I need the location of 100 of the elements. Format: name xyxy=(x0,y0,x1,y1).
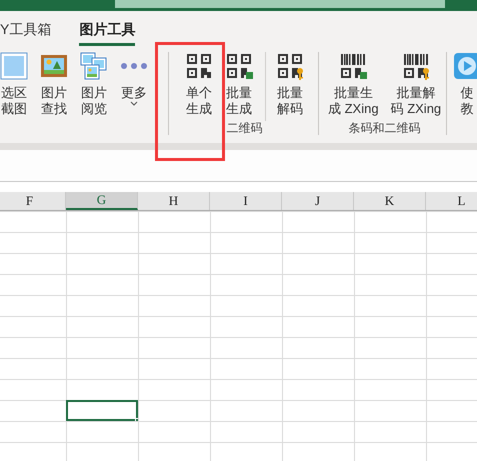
grid-cell[interactable] xyxy=(282,358,354,379)
grid-cell[interactable] xyxy=(210,400,282,421)
grid-cell[interactable] xyxy=(282,379,354,400)
grid-cell[interactable] xyxy=(210,274,282,295)
qr-code-icon xyxy=(185,52,213,80)
grid-cell[interactable] xyxy=(210,442,282,461)
grid-cell[interactable] xyxy=(138,232,210,253)
barcode-icon xyxy=(339,52,368,80)
grid-cell[interactable] xyxy=(282,295,354,316)
grid-cell[interactable] xyxy=(426,421,477,442)
grid-cell[interactable] xyxy=(354,337,426,358)
grid-cell[interactable] xyxy=(354,358,426,379)
grid-cell[interactable] xyxy=(426,295,477,316)
grid-cell[interactable] xyxy=(282,253,354,274)
ribbon-button[interactable]: 批量 生成 xyxy=(225,52,253,121)
grid-cell[interactable] xyxy=(138,337,210,358)
grid-cell[interactable] xyxy=(426,316,477,337)
group-label: 条码和二维码 xyxy=(348,121,421,135)
grid-cell[interactable] xyxy=(354,232,426,253)
grid-cell[interactable] xyxy=(66,211,138,232)
grid-cell[interactable] xyxy=(354,316,426,337)
grid-cell[interactable] xyxy=(66,295,138,316)
grid-cell[interactable] xyxy=(66,421,138,442)
column-header[interactable]: K xyxy=(354,192,426,210)
grid-cell[interactable] xyxy=(138,295,210,316)
grid-cell[interactable] xyxy=(426,274,477,295)
column-header[interactable]: L xyxy=(426,192,477,210)
grid-cell[interactable] xyxy=(66,379,138,400)
play-icon xyxy=(453,52,477,80)
grid-cell[interactable] xyxy=(282,337,354,358)
ribbon-button[interactable]: 选区 截图 xyxy=(0,52,28,135)
grid-cell[interactable] xyxy=(66,316,138,337)
grid-cell[interactable] xyxy=(138,211,210,232)
grid-cell[interactable] xyxy=(426,253,477,274)
ribbon-button[interactable]: 使 教 xyxy=(453,52,477,135)
grid-cell[interactable] xyxy=(282,211,354,232)
grid-cell[interactable] xyxy=(354,211,426,232)
grid-cell[interactable] xyxy=(210,421,282,442)
grid-cell[interactable] xyxy=(354,379,426,400)
grid-cell[interactable] xyxy=(210,232,282,253)
grid-cell[interactable] xyxy=(210,316,282,337)
grid-cell[interactable] xyxy=(282,274,354,295)
grid-cell[interactable] xyxy=(210,337,282,358)
grid-cell[interactable] xyxy=(210,358,282,379)
grid-cell[interactable] xyxy=(282,400,354,421)
grid-cell[interactable] xyxy=(210,211,282,232)
grid-cell[interactable] xyxy=(354,421,426,442)
picture-icon xyxy=(40,52,68,80)
grid-cell[interactable] xyxy=(138,421,210,442)
grid-cell[interactable] xyxy=(138,379,210,400)
ribbon-button[interactable]: 图片 查找 xyxy=(40,52,68,135)
ribbon-button[interactable]: 批量 解码 xyxy=(265,52,304,121)
grid-cell[interactable] xyxy=(210,295,282,316)
ribbon-button[interactable]: 更多 xyxy=(120,52,148,135)
grid-cell[interactable] xyxy=(354,400,426,421)
ribbon-tab[interactable]: Y工具箱 xyxy=(0,13,52,46)
more-icon xyxy=(120,63,148,69)
ribbon-tab[interactable]: 图片工具 xyxy=(79,13,136,46)
grid-cell[interactable] xyxy=(426,211,477,232)
grid-cell[interactable] xyxy=(354,274,426,295)
group-label: 二维码 xyxy=(226,121,262,135)
grid-cell[interactable] xyxy=(66,253,138,274)
qr-code-key-icon xyxy=(276,52,304,80)
grid-cell[interactable] xyxy=(66,442,138,461)
grid-cell[interactable] xyxy=(282,232,354,253)
grid-cell[interactable] xyxy=(210,379,282,400)
selected-cell[interactable] xyxy=(66,400,138,421)
grid-cell[interactable] xyxy=(426,400,477,421)
grid-cell[interactable] xyxy=(282,442,354,461)
grid-cell[interactable] xyxy=(282,421,354,442)
grid-cell[interactable] xyxy=(354,295,426,316)
grid-cell[interactable] xyxy=(426,358,477,379)
grid-cell[interactable] xyxy=(138,400,210,421)
ribbon-button[interactable]: 批量生 成 ZXing xyxy=(328,52,379,121)
grid-cell[interactable] xyxy=(426,232,477,253)
pictures-icon xyxy=(80,52,108,80)
grid-cell[interactable] xyxy=(210,253,282,274)
grid-cell[interactable] xyxy=(66,358,138,379)
grid-cell[interactable] xyxy=(426,379,477,400)
barcode-key-icon xyxy=(402,52,430,80)
grid-cell[interactable] xyxy=(66,337,138,358)
grid-cell[interactable] xyxy=(138,442,210,461)
column-header[interactable]: J xyxy=(282,192,354,210)
grid-cell[interactable] xyxy=(66,232,138,253)
grid-cell[interactable] xyxy=(282,316,354,337)
ribbon-button[interactable]: 批量解 码 ZXing xyxy=(390,52,442,121)
ribbon-button[interactable]: 图片 阅览 xyxy=(80,52,108,135)
grid-cell[interactable] xyxy=(426,337,477,358)
grid-cell[interactable] xyxy=(354,442,426,461)
screenshot-icon xyxy=(0,52,28,80)
column-header[interactable]: H xyxy=(138,192,210,210)
grid-cell[interactable] xyxy=(138,316,210,337)
grid-cell[interactable] xyxy=(138,274,210,295)
column-header[interactable]: I xyxy=(210,192,282,210)
grid-cell[interactable] xyxy=(354,253,426,274)
grid-cell[interactable] xyxy=(138,253,210,274)
grid-cell[interactable] xyxy=(138,358,210,379)
ribbon-button[interactable]: 单个 生成 xyxy=(185,52,213,121)
column-header[interactable]: G xyxy=(66,192,138,210)
grid-cell[interactable] xyxy=(66,274,138,295)
